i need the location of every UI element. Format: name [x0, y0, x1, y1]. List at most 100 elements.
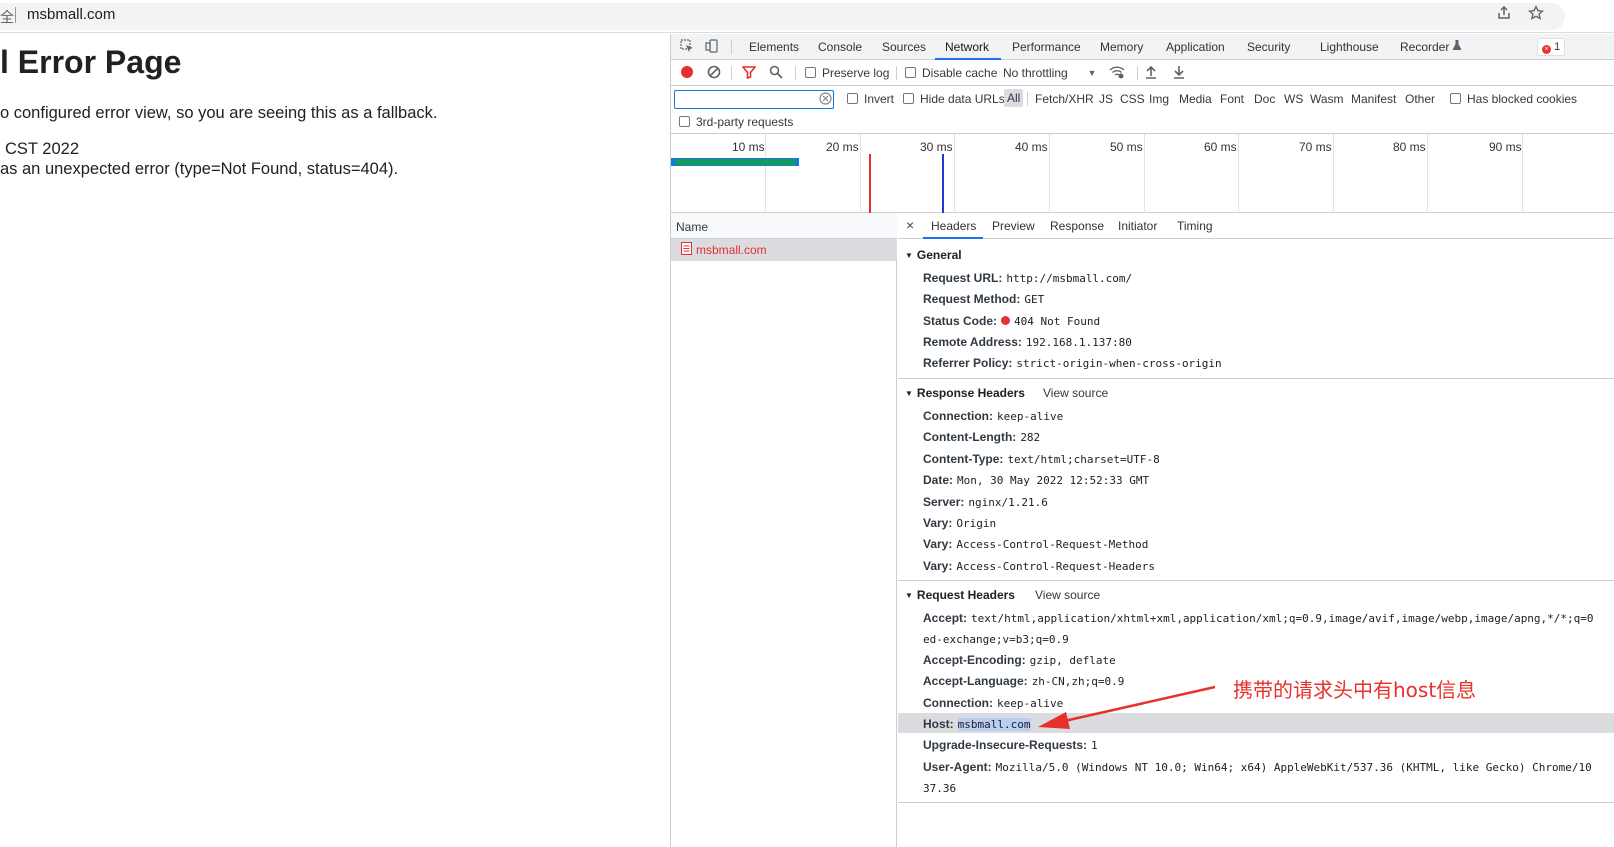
throttling-select[interactable]: No throttling — [1003, 66, 1068, 80]
error-page: l Error Page o configured error view, so… — [0, 34, 670, 847]
url-text[interactable]: msbmall.com — [27, 6, 115, 23]
export-har-icon[interactable] — [1171, 65, 1187, 81]
triangle-down-icon: ▼ — [905, 591, 913, 600]
inspect-element-icon[interactable] — [679, 39, 695, 55]
close-icon[interactable]: × — [906, 217, 914, 233]
tab-preview[interactable]: Preview — [992, 219, 1035, 233]
request-name[interactable]: msbmall.com — [696, 243, 767, 257]
tick-label: 90 ms — [1489, 140, 1522, 154]
device-toolbar-icon[interactable] — [704, 39, 720, 55]
load-event-line — [869, 154, 871, 213]
tab-timing[interactable]: Timing — [1177, 219, 1213, 233]
tab-elements[interactable]: Elements — [749, 40, 799, 54]
request-bar-download — [675, 159, 795, 165]
response-headers-toggle[interactable]: ▼ Response Headers — [905, 386, 1025, 400]
tab-memory[interactable]: Memory — [1100, 40, 1143, 54]
import-har-icon[interactable] — [1143, 65, 1159, 81]
general-section-toggle[interactable]: ▼ General — [905, 248, 962, 262]
host-header-row[interactable]: Host: msbmall.com — [923, 717, 1031, 731]
header-row: Connection: keep-alive — [923, 409, 1064, 423]
error-count: 1 — [1554, 41, 1561, 53]
tab-headers[interactable]: Headers — [931, 219, 976, 233]
filter-type-js[interactable]: JS — [1099, 92, 1113, 106]
section-divider — [898, 802, 1614, 803]
section-divider — [898, 580, 1614, 581]
error-counter[interactable]: × 1 — [1537, 38, 1566, 56]
tab-network[interactable]: Network — [945, 40, 989, 54]
detail-tab-bar: × Headers Preview Response Initiator Tim… — [898, 213, 1614, 239]
tick-label: 80 ms — [1393, 140, 1426, 154]
fallback-message: o configured error view, so you are seei… — [0, 104, 438, 122]
request-view-source-link[interactable]: View source — [1035, 588, 1100, 602]
tab-lighthouse[interactable]: Lighthouse — [1320, 40, 1379, 54]
tab-application[interactable]: Application — [1166, 40, 1225, 54]
search-icon[interactable] — [768, 65, 784, 81]
filter-type-css[interactable]: CSS — [1120, 92, 1145, 106]
security-indicator[interactable]: 全 — [0, 7, 14, 27]
request-detail-pane: × Headers Preview Response Initiator Tim… — [898, 213, 1614, 847]
header-row-continued: ed-exchange;v=b3;q=0.9 — [923, 633, 1069, 646]
tick-line — [1049, 134, 1050, 213]
tab-initiator[interactable]: Initiator — [1118, 219, 1157, 233]
tab-sources[interactable]: Sources — [882, 40, 926, 54]
third-party-label[interactable]: 3rd-party requests — [696, 115, 793, 129]
tab-response[interactable]: Response — [1050, 219, 1104, 233]
annotation-text: 携带的请求头中有host信息 — [1233, 678, 1477, 702]
tab-security[interactable]: Security — [1247, 40, 1290, 54]
filter-type-img[interactable]: Img — [1149, 92, 1169, 106]
clear-icon[interactable] — [706, 65, 722, 81]
status-error-dot-icon — [1001, 316, 1011, 325]
filter-type-wasm[interactable]: Wasm — [1310, 92, 1344, 106]
disable-cache-label[interactable]: Disable cache — [922, 66, 997, 80]
header-row: Vary: Origin — [923, 516, 997, 530]
third-party-checkbox[interactable] — [679, 116, 690, 127]
header-row: Vary: Access-Control-Request-Headers — [923, 559, 1156, 573]
request-headers-toggle[interactable]: ▼ Request Headers — [905, 588, 1015, 602]
header-row: Remote Address: 192.168.1.137:80 — [923, 335, 1132, 349]
network-conditions-icon[interactable] — [1109, 65, 1125, 81]
filter-type-ws[interactable]: WS — [1284, 92, 1303, 106]
hide-data-urls-checkbox[interactable] — [903, 93, 914, 104]
filter-type-other[interactable]: Other — [1405, 92, 1435, 106]
invert-label[interactable]: Invert — [864, 92, 894, 106]
filter-input[interactable] — [674, 90, 834, 109]
timestamp-text: CST 2022 — [5, 140, 79, 158]
network-overview[interactable]: 10 ms 20 ms 30 ms 40 ms 50 ms 60 ms 70 m… — [671, 134, 1614, 213]
preserve-log-checkbox[interactable] — [805, 67, 816, 78]
host-value-selected[interactable]: msbmall.com — [957, 718, 1031, 731]
tab-performance[interactable]: Performance — [1012, 40, 1081, 54]
filter-type-fetch-xhr[interactable]: Fetch/XHR — [1035, 92, 1094, 106]
star-icon[interactable] — [1526, 4, 1546, 25]
error-icon: × — [1542, 45, 1551, 54]
invert-checkbox[interactable] — [847, 93, 858, 104]
record-icon[interactable] — [679, 65, 695, 81]
tick-label: 20 ms — [826, 140, 859, 154]
filter-type-font[interactable]: Font — [1220, 92, 1244, 106]
chevron-down-icon[interactable]: ▼ — [1084, 65, 1100, 81]
name-column-header[interactable]: Name — [676, 220, 708, 234]
preserve-log-label[interactable]: Preserve log — [822, 66, 889, 80]
request-row[interactable]: msbmall.com — [671, 239, 897, 261]
header-row: Referrer Policy: strict-origin-when-cross… — [923, 356, 1222, 370]
hide-data-urls-label[interactable]: Hide data URLs — [920, 92, 1005, 106]
clear-filter-icon[interactable] — [817, 92, 833, 108]
response-view-source-link[interactable]: View source — [1043, 386, 1108, 400]
tick-line — [1522, 134, 1523, 213]
toolbar-divider — [795, 66, 796, 80]
share-icon[interactable] — [1494, 5, 1514, 25]
filter-type-all[interactable]: All — [1004, 89, 1024, 107]
tick-line — [1144, 134, 1145, 213]
request-list: Name msbmall.com — [671, 213, 897, 847]
disable-cache-checkbox[interactable] — [905, 67, 916, 78]
has-blocked-cookies-checkbox[interactable] — [1450, 93, 1461, 104]
has-blocked-cookies-label[interactable]: Has blocked cookies — [1467, 92, 1577, 106]
filter-type-manifest[interactable]: Manifest — [1351, 92, 1396, 106]
tab-recorder[interactable]: Recorder — [1400, 40, 1449, 54]
filter-type-doc[interactable]: Doc — [1254, 92, 1275, 106]
header-row: Date: Mon, 30 May 2022 12:52:33 GMT — [923, 473, 1150, 487]
filter-type-media[interactable]: Media — [1179, 92, 1212, 106]
third-party-bar: 3rd-party requests — [671, 112, 1614, 134]
tab-console[interactable]: Console — [818, 40, 862, 54]
filter-icon[interactable] — [741, 65, 757, 81]
omnibox[interactable] — [0, 3, 1565, 30]
